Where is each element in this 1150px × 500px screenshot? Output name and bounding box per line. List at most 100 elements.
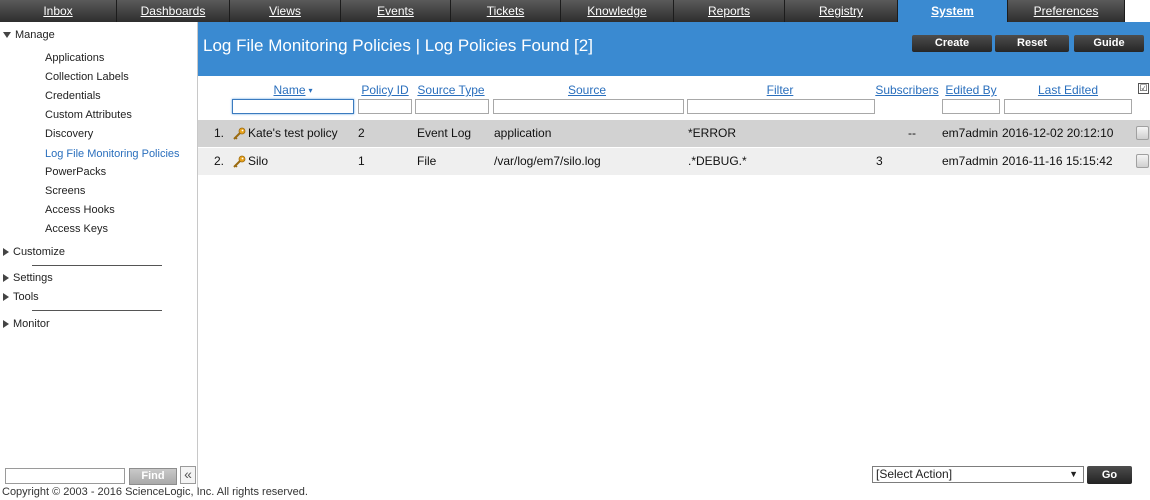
sidebar-item-screens[interactable]: Screens xyxy=(45,182,85,201)
key-icon xyxy=(233,127,246,140)
sidebar-item-powerpacks[interactable]: PowerPacks xyxy=(45,163,106,182)
tab-label: Inbox xyxy=(43,4,73,18)
tab-system[interactable]: System xyxy=(898,0,1008,22)
sidebar-section-tools[interactable]: Tools xyxy=(3,289,39,305)
sidebar-search-input[interactable] xyxy=(5,468,125,484)
tab-reports[interactable]: Reports xyxy=(674,0,785,22)
page-title: Log File Monitoring Policies | Log Polic… xyxy=(203,36,593,55)
tab-label: Dashboards xyxy=(140,4,206,18)
reset-button[interactable]: Reset xyxy=(995,35,1069,52)
filter-edited-by-input[interactable] xyxy=(942,99,1000,114)
column-header-policy-id[interactable]: Policy ID xyxy=(358,83,412,97)
row-number: 1. xyxy=(213,126,224,140)
column-header-name[interactable]: Name ▾ xyxy=(232,83,354,97)
collapsed-arrow-icon xyxy=(3,293,9,302)
guide-button[interactable]: Guide xyxy=(1074,35,1144,52)
sidebar-divider xyxy=(32,265,162,266)
filter-filter-input[interactable] xyxy=(687,99,875,114)
sidebar-section-monitor[interactable]: Monitor xyxy=(3,316,50,332)
collapse-sidebar-icon[interactable]: « xyxy=(180,466,196,484)
sidebar-item-access-keys[interactable]: Access Keys xyxy=(45,220,108,239)
sidebar-item-custom-attributes[interactable]: Custom Attributes xyxy=(45,106,132,125)
tab-knowledge[interactable]: Knowledge xyxy=(561,0,674,22)
collapsed-arrow-icon xyxy=(3,320,9,329)
filter-source-input[interactable] xyxy=(493,99,684,114)
tab-tickets[interactable]: Tickets xyxy=(451,0,561,22)
edited-by-cell: em7admin xyxy=(942,154,999,168)
sidebar-item-log-file-monitoring-policies[interactable]: Log File Monitoring Policies xyxy=(45,145,180,164)
tab-dashboards[interactable]: Dashboards xyxy=(117,0,230,22)
tab-label: Knowledge xyxy=(587,4,647,18)
tab-preferences[interactable]: Preferences xyxy=(1008,0,1125,22)
row-checkbox[interactable] xyxy=(1136,154,1149,168)
find-button[interactable]: Find xyxy=(129,468,177,485)
policy-name: Silo xyxy=(248,154,269,168)
edited-by-cell: em7admin xyxy=(942,126,999,140)
filter-last-edited-input[interactable] xyxy=(1004,99,1132,114)
policy-name: Kate's test policy xyxy=(248,126,338,140)
sidebar-section-manage[interactable]: Manage xyxy=(3,27,55,43)
section-label: Tools xyxy=(13,291,39,303)
column-header-filter[interactable]: Filter xyxy=(686,83,874,97)
filter-source-type-input[interactable] xyxy=(415,99,489,114)
table-row: 2. Silo 1 File /var/log/em7/silo.log .*D… xyxy=(198,148,1150,175)
sidebar-divider xyxy=(32,310,162,311)
sidebar-item-discovery[interactable]: Discovery xyxy=(45,125,93,144)
select-action-value: [Select Action] xyxy=(876,467,953,481)
collapsed-arrow-icon xyxy=(3,274,9,283)
column-header-source-type[interactable]: Source Type xyxy=(414,83,488,97)
filter-policy-id-input[interactable] xyxy=(358,99,412,114)
tab-registry[interactable]: Registry xyxy=(785,0,898,22)
policy-id-cell: 2 xyxy=(358,126,365,140)
column-header-last-edited[interactable]: Last Edited xyxy=(1004,83,1132,97)
tab-events[interactable]: Events xyxy=(341,0,451,22)
section-label: Customize xyxy=(13,246,65,258)
sidebar-section-customize[interactable]: Customize xyxy=(3,244,65,260)
section-label: Settings xyxy=(13,272,53,284)
select-action-dropdown[interactable]: [Select Action] ▼ xyxy=(872,466,1084,483)
row-number: 2. xyxy=(213,154,224,168)
select-all-checkbox[interactable]: ☑ xyxy=(1138,83,1149,94)
last-edited-cell: 2016-12-02 20:12:10 xyxy=(1002,126,1114,140)
tab-label: Events xyxy=(377,4,414,18)
tab-label: Preferences xyxy=(1033,4,1099,18)
key-icon xyxy=(233,155,246,168)
top-navigation: Inbox Dashboards Views Events Tickets Kn… xyxy=(0,0,1150,22)
go-button[interactable]: Go xyxy=(1087,466,1132,484)
tab-label: Reports xyxy=(707,4,751,18)
sort-descending-icon: ▾ xyxy=(308,85,313,95)
header-label: Name xyxy=(273,83,306,97)
filter-cell: *ERROR xyxy=(688,126,737,140)
tab-inbox[interactable]: Inbox xyxy=(0,0,117,22)
policy-name-link[interactable]: Kate's test policy xyxy=(232,120,338,147)
column-header-source[interactable]: Source xyxy=(492,83,682,97)
source-cell: /var/log/em7/silo.log xyxy=(494,154,601,168)
collapsed-arrow-icon xyxy=(3,248,9,257)
row-checkbox[interactable] xyxy=(1136,126,1149,140)
nav-filler xyxy=(1125,0,1150,22)
filter-name-input[interactable] xyxy=(232,99,354,114)
section-label: Monitor xyxy=(13,318,50,330)
sidebar-item-access-hooks[interactable]: Access Hooks xyxy=(45,201,115,220)
tab-views[interactable]: Views xyxy=(230,0,341,22)
table-row: 1. Kate's test policy 2 Event Log applic… xyxy=(198,120,1150,147)
column-header-subscribers[interactable]: Subscribers xyxy=(874,83,940,97)
last-edited-cell: 2016-11-16 15:15:42 xyxy=(1002,154,1113,168)
section-label: Manage xyxy=(15,29,55,41)
subscribers-cell: -- xyxy=(908,126,916,140)
policy-id-cell: 1 xyxy=(358,154,365,168)
dropdown-arrow-icon: ▼ xyxy=(1069,469,1078,479)
tab-label: System xyxy=(931,4,974,18)
sidebar: Manage Applications Collection Labels Cr… xyxy=(0,22,198,488)
policy-name-link[interactable]: Silo xyxy=(232,148,268,175)
sidebar-section-settings[interactable]: Settings xyxy=(3,270,53,286)
sidebar-item-credentials[interactable]: Credentials xyxy=(45,87,101,106)
tab-label: Views xyxy=(269,4,301,18)
source-type-cell: Event Log xyxy=(417,126,472,140)
sidebar-item-collection-labels[interactable]: Collection Labels xyxy=(45,68,129,87)
create-button[interactable]: Create xyxy=(912,35,992,52)
column-header-edited-by[interactable]: Edited By xyxy=(942,83,1000,97)
source-cell: application xyxy=(494,126,552,140)
tab-label: Tickets xyxy=(486,4,525,18)
sidebar-item-applications[interactable]: Applications xyxy=(45,49,104,68)
